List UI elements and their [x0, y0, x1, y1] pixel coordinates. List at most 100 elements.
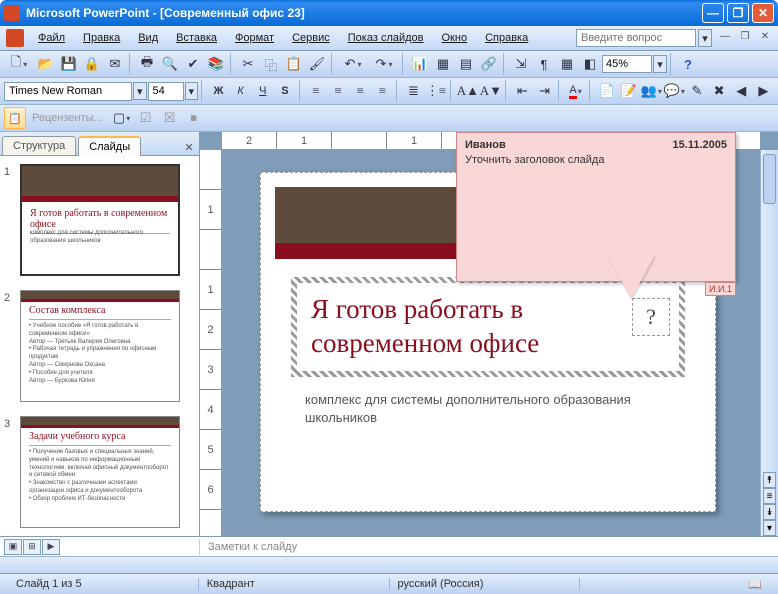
prev-slide-button[interactable]: ⯭ [763, 472, 776, 488]
slide-subtitle-text[interactable]: комплекс для системы дополнительного обр… [305, 391, 671, 427]
align-right-button[interactable]: ≡ [350, 80, 371, 102]
doc-minimize-button[interactable]: — [718, 31, 732, 45]
reviewers-dropdown[interactable]: 👥 [640, 80, 662, 102]
panel-close-button[interactable]: ✕ [181, 139, 197, 155]
menu-window[interactable]: Окно [434, 29, 476, 47]
research-button[interactable]: 📚 [205, 53, 227, 75]
new-button[interactable]: 🗋 [4, 53, 34, 75]
next-comment-button[interactable]: ▶ [753, 80, 774, 102]
comment-marker[interactable]: И.И.1 [705, 282, 736, 296]
menu-format[interactable]: Формат [227, 29, 282, 47]
print-preview-button[interactable]: 🔍 [159, 53, 181, 75]
align-center-button[interactable]: ≡ [328, 80, 349, 102]
print-button[interactable]: 🖶 [136, 53, 158, 75]
spelling-button[interactable]: ✔ [182, 53, 204, 75]
font-name-dropdown[interactable]: ▾ [133, 82, 147, 100]
color-grayscale-button[interactable]: ◧ [579, 53, 601, 75]
menu-edit[interactable]: Правка [75, 29, 128, 47]
menu-tools[interactable]: Сервис [284, 29, 338, 47]
ask-question-dropdown[interactable]: ▾ [698, 29, 712, 47]
accept-change-button[interactable]: ☑ [135, 107, 157, 129]
menu-insert[interactable]: Вставка [168, 29, 225, 47]
slide-sorter-view-button[interactable]: ⊞ [23, 539, 41, 555]
increase-font-button[interactable]: A▲ [457, 80, 479, 102]
help-button[interactable]: ? [677, 53, 699, 75]
open-button[interactable]: 📂 [35, 53, 57, 75]
slide-nav-menu-button[interactable]: ≡ [763, 488, 776, 504]
numbering-button[interactable]: ≣ [403, 80, 424, 102]
slide-thumbnail-3[interactable]: Задачи учебного курса • Получение базовы… [20, 416, 180, 528]
show-formatting-button[interactable]: ¶ [533, 53, 555, 75]
zoom-dropdown[interactable]: ▾ [653, 55, 667, 73]
delete-comment-button[interactable]: ✖ [708, 80, 729, 102]
underline-button[interactable]: Ч [252, 80, 273, 102]
format-painter-button[interactable]: 🖌 [306, 53, 328, 75]
vertical-ruler[interactable]: 1123456 [200, 150, 222, 536]
slide-thumbnail-1[interactable]: Я готов работать в современном офисе ком… [20, 164, 180, 276]
notes-placeholder[interactable]: Заметки к слайду [200, 541, 305, 553]
show-markup-button[interactable]: 📋 [4, 107, 26, 129]
status-language[interactable]: русский (Россия) [390, 578, 581, 590]
comment-text[interactable]: Уточнить заголовок слайда [465, 154, 727, 166]
increase-indent-button[interactable]: ⇥ [534, 80, 555, 102]
minimize-button[interactable]: — [702, 3, 724, 23]
email-button[interactable]: ✉ [104, 53, 126, 75]
reject-change-button[interactable]: ☒ [159, 107, 181, 129]
vertical-scrollbar[interactable]: ⯭ ≡ ⯯ ▾ [760, 150, 778, 536]
font-name-input[interactable] [4, 82, 132, 101]
doc-close-button[interactable]: ✕ [758, 31, 772, 45]
cut-button[interactable]: ✂ [237, 53, 259, 75]
comment-balloon[interactable]: Иванов 15.11.2005 Уточнить заголовок сла… [456, 132, 736, 282]
q-textbox[interactable]: ? [632, 298, 670, 336]
bullets-button[interactable]: ⋮≡ [425, 80, 447, 102]
document-control-icon[interactable] [6, 29, 24, 47]
zoom-input[interactable] [602, 55, 652, 73]
markup-button[interactable]: 📝 [618, 80, 639, 102]
menu-help[interactable]: Справка [477, 29, 536, 47]
menu-slideshow[interactable]: Показ слайдов [340, 29, 432, 47]
expand-all-button[interactable]: ⇲ [510, 53, 532, 75]
insert-hyperlink-button[interactable]: 🔗 [478, 53, 500, 75]
save-button[interactable]: 💾 [58, 53, 80, 75]
reviewers-select[interactable]: ▢ [111, 107, 133, 129]
status-spellcheck-icon[interactable]: 📖 [580, 578, 770, 591]
edit-comment-button[interactable]: ✎ [686, 80, 707, 102]
show-grid-button[interactable]: ▦ [556, 53, 578, 75]
tab-slides[interactable]: Слайды [78, 136, 141, 156]
decrease-indent-button[interactable]: ⇤ [512, 80, 533, 102]
font-size-input[interactable] [148, 82, 184, 101]
align-justify-button[interactable]: ≡ [372, 80, 393, 102]
previous-comment-button[interactable]: ◀ [731, 80, 752, 102]
shadow-button[interactable]: S [274, 80, 295, 102]
font-color-button[interactable]: A [565, 80, 586, 102]
next-slide-button[interactable]: ⯯ [763, 504, 776, 520]
insert-chart-button[interactable]: 📊 [409, 53, 431, 75]
copy-button[interactable]: ⿻ [260, 53, 282, 75]
menu-view[interactable]: Вид [130, 29, 166, 47]
tab-outline[interactable]: Структура [2, 136, 76, 155]
scroll-down-button[interactable]: ▾ [763, 520, 776, 536]
scrollbar-thumb[interactable] [763, 154, 776, 204]
redo-button[interactable]: ↷ [369, 53, 399, 75]
end-review-button[interactable]: ⏹ [183, 107, 205, 129]
tables-borders-button[interactable]: ▤ [455, 53, 477, 75]
insert-comment-dropdown[interactable]: 💬 [663, 80, 685, 102]
doc-restore-button[interactable]: ❐ [738, 31, 752, 45]
undo-button[interactable]: ↶ [338, 53, 368, 75]
paste-button[interactable]: 📋 [283, 53, 305, 75]
insert-table-button[interactable]: ▦ [432, 53, 454, 75]
align-left-button[interactable]: ≡ [305, 80, 326, 102]
reviewing-pane-button[interactable]: 📄 [596, 80, 617, 102]
italic-button[interactable]: К [230, 80, 251, 102]
permissions-button[interactable]: 🔒 [81, 53, 103, 75]
bold-button[interactable]: Ж [208, 80, 229, 102]
menu-file[interactable]: Файл [30, 29, 73, 47]
slideshow-from-current-button[interactable]: ▶ [42, 539, 60, 555]
normal-view-button[interactable]: ▣ [4, 539, 22, 555]
ask-question-input[interactable] [576, 29, 696, 47]
font-size-dropdown[interactable]: ▾ [185, 82, 199, 100]
close-button[interactable]: ✕ [752, 3, 774, 23]
slide-thumbnail-2[interactable]: Состав комплекса • Учебное пособие «Я го… [20, 290, 180, 402]
decrease-font-button[interactable]: A▼ [480, 80, 502, 102]
maximize-button[interactable]: ❐ [727, 3, 749, 23]
